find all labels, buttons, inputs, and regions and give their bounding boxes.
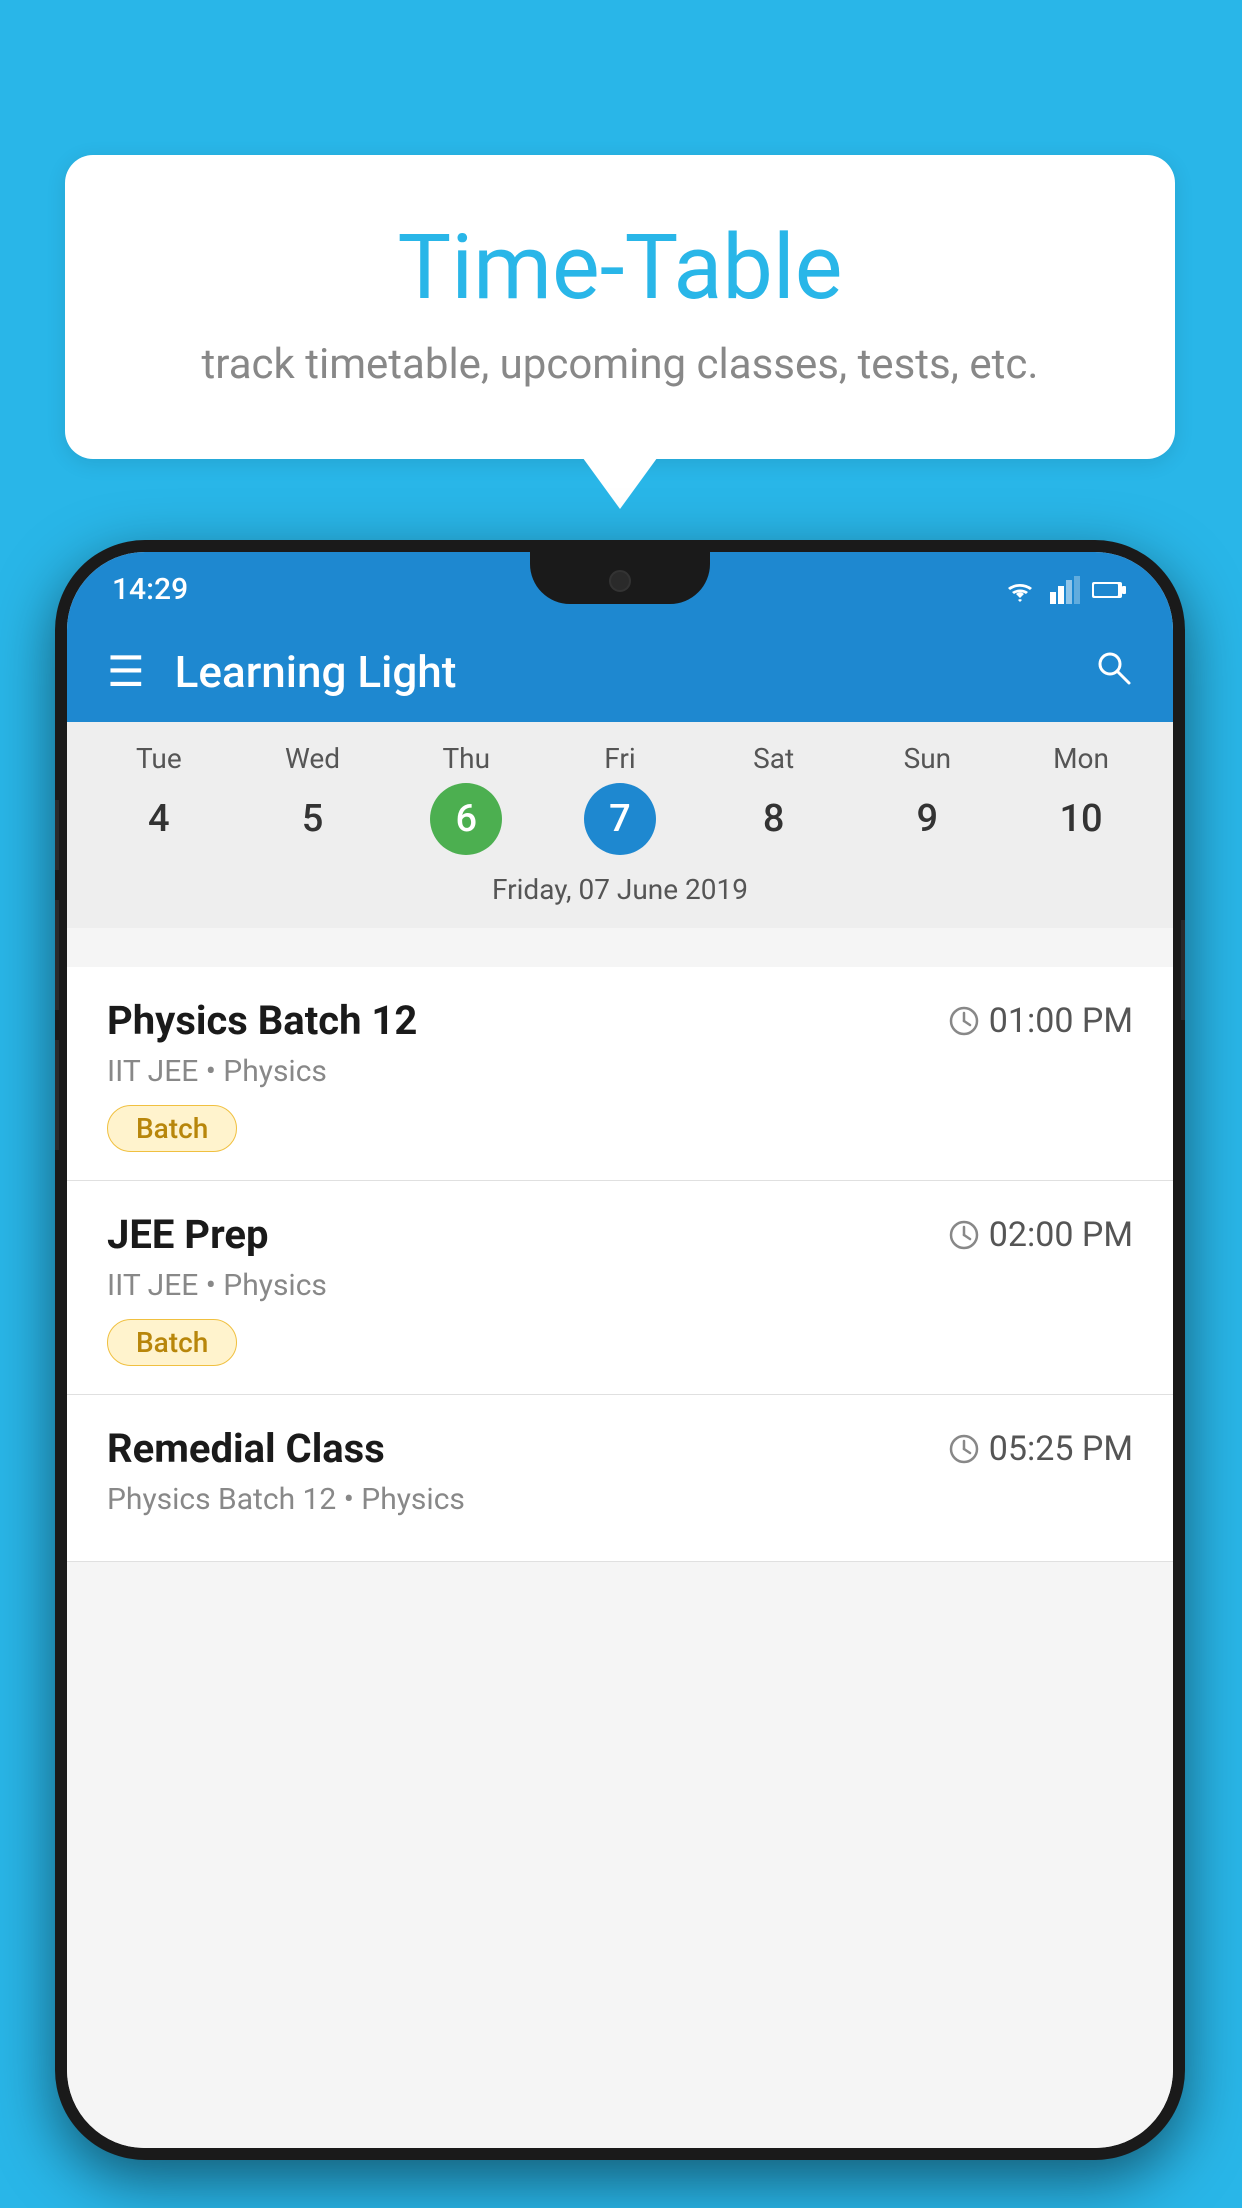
day-name: Mon (1053, 742, 1109, 775)
search-button[interactable] (1093, 647, 1133, 697)
app-bar: ☰ Learning Light (67, 622, 1173, 722)
day-col-9[interactable]: Sun 9 (862, 742, 992, 855)
day-col-5[interactable]: Wed 5 (248, 742, 378, 855)
time-text: 02:00 PM (989, 1215, 1133, 1255)
schedule-item[interactable]: Physics Batch 12 01:00 PM IIT JEE • Physi… (67, 967, 1173, 1181)
schedule-item[interactable]: Remedial Class 05:25 PM Physics Batch 12 … (67, 1395, 1173, 1562)
day-col-4[interactable]: Tue 4 (94, 742, 224, 855)
day-number[interactable]: 9 (891, 783, 963, 855)
item-header: Remedial Class 05:25 PM (107, 1425, 1133, 1472)
item-subtitle: IIT JEE • Physics (107, 1054, 1133, 1089)
day-name: Sat (753, 742, 794, 775)
batch-tag: Batch (107, 1319, 237, 1366)
tooltip-card: Time-Table track timetable, upcoming cla… (65, 155, 1175, 459)
day-number[interactable]: 6 (430, 783, 502, 855)
day-col-10[interactable]: Mon 10 (1016, 742, 1146, 855)
clock-icon (949, 1006, 979, 1036)
wifi-icon (1002, 576, 1038, 604)
item-header: Physics Batch 12 01:00 PM (107, 997, 1133, 1044)
day-number[interactable]: 5 (277, 783, 349, 855)
tooltip-subtitle: track timetable, upcoming classes, tests… (115, 340, 1125, 389)
day-name: Sun (904, 742, 952, 775)
status-icons (1002, 576, 1128, 604)
day-col-8[interactable]: Sat 8 (709, 742, 839, 855)
item-subtitle: Physics Batch 12 • Physics (107, 1482, 1133, 1517)
days-row: Tue 4 Wed 5 Thu 6 Fri 7 Sat 8 Sun 9 Mon 10 (82, 742, 1158, 855)
status-time: 14:29 (112, 572, 188, 607)
battery-icon (1092, 580, 1128, 600)
volume-down-button (55, 900, 59, 1010)
day-name: Thu (442, 742, 490, 775)
clock-icon (949, 1434, 979, 1464)
item-title: JEE Prep (107, 1211, 268, 1258)
phone-frame: 14:29 (55, 540, 1185, 2160)
item-header: JEE Prep 02:00 PM (107, 1211, 1133, 1258)
day-number[interactable]: 8 (738, 783, 810, 855)
day-col-6[interactable]: Thu 6 (401, 742, 531, 855)
time-text: 05:25 PM (989, 1429, 1133, 1469)
app-title: Learning Light (175, 646, 1093, 698)
day-number[interactable]: 10 (1045, 783, 1117, 855)
item-time: 05:25 PM (949, 1429, 1133, 1469)
day-name: Tue (136, 742, 182, 775)
menu-icon[interactable]: ☰ (107, 647, 145, 697)
day-number[interactable]: 4 (123, 783, 195, 855)
item-title: Remedial Class (107, 1425, 385, 1472)
batch-tag: Batch (107, 1105, 237, 1152)
phone-mockup: 14:29 (55, 540, 1185, 2160)
item-time: 01:00 PM (949, 1001, 1133, 1041)
item-time: 02:00 PM (949, 1215, 1133, 1255)
clock-icon (949, 1220, 979, 1250)
camera (609, 570, 631, 592)
tooltip-title: Time-Table (115, 215, 1125, 320)
power-button (1181, 920, 1185, 1020)
side-button-3 (55, 1040, 59, 1150)
day-col-7[interactable]: Fri 7 (555, 742, 685, 855)
item-subtitle: IIT JEE • Physics (107, 1268, 1133, 1303)
schedule-item[interactable]: JEE Prep 02:00 PM IIT JEE • Physics Batch (67, 1181, 1173, 1395)
phone-screen: 14:29 (67, 552, 1173, 2148)
calendar-strip: Tue 4 Wed 5 Thu 6 Fri 7 Sat 8 Sun 9 Mon 10 Friday, 07… (67, 722, 1173, 928)
selected-date-label: Friday, 07 June 2019 (82, 865, 1158, 918)
time-text: 01:00 PM (989, 1001, 1133, 1041)
item-title: Physics Batch 12 (107, 997, 417, 1044)
day-number[interactable]: 7 (584, 783, 656, 855)
day-name: Wed (285, 742, 340, 775)
signal-icon (1050, 576, 1080, 604)
schedule-list: Physics Batch 12 01:00 PM IIT JEE • Physi… (67, 967, 1173, 2148)
volume-up-button (55, 800, 59, 870)
day-name: Fri (604, 742, 635, 775)
notch (530, 552, 710, 604)
